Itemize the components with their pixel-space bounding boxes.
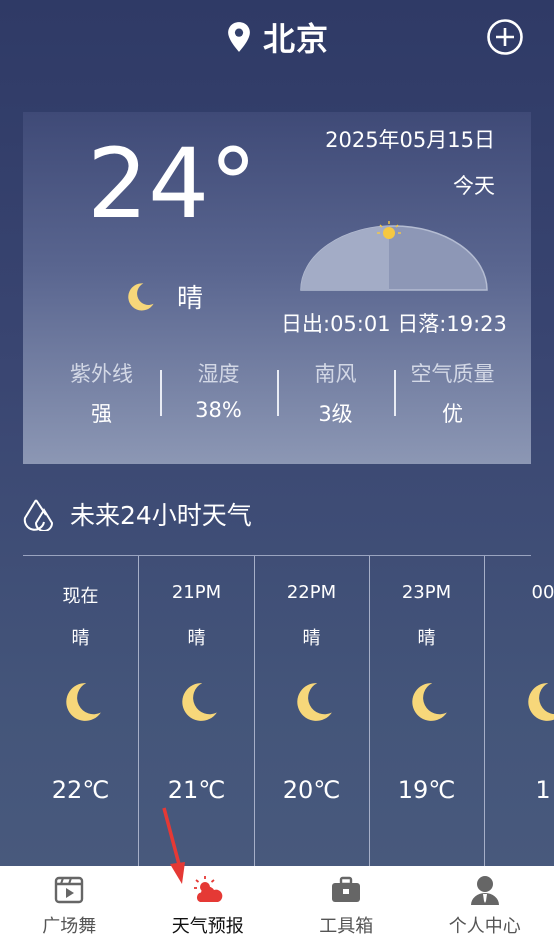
stat-label: 紫外线 [70,362,133,386]
hour-condition: 晴 [71,628,90,649]
current-temperature: 24° [87,128,258,240]
water-drops-icon [23,499,54,531]
stat-value: 优 [442,402,463,426]
date-text: 2025年05月15日 [325,128,495,152]
weather-icon [193,876,223,902]
person-icon [470,876,499,905]
city-selector[interactable]: 北京 [0,14,554,60]
forecast-title-text: 未来24小时天气 [70,501,252,530]
city-name: 北京 [262,20,329,58]
location-pin-icon [228,22,250,52]
sun-path-icon [300,221,488,291]
stat-wind: 南风 3级 [277,358,394,428]
stat-air-quality: 空气质量 优 [394,358,511,428]
stat-uv: 紫外线 强 [43,358,160,428]
hour-temp: 19℃ [397,776,456,804]
nav-label: 工具箱 [319,916,374,937]
nav-label: 天气预报 [171,916,244,937]
stat-value: 强 [91,402,112,426]
nav-label: 个人中心 [448,916,521,937]
app-header: 北京 [0,0,554,76]
moon-icon [128,282,154,311]
hour-temp: 21℃ [167,776,226,804]
video-icon [55,876,84,904]
stat-humidity: 湿度 38% [160,358,277,428]
condition-text: 晴 [177,284,204,314]
add-city-icon[interactable] [486,18,524,56]
moon-icon [528,683,554,721]
hour-temp: 20℃ [282,776,341,804]
moon-icon [66,683,101,721]
moon-icon [182,683,217,721]
hour-condition: 晴 [302,628,321,649]
hour-condition: 晴 [417,628,436,649]
hour-temp: 1 [535,776,551,804]
toolbox-icon [332,876,361,902]
hour-card: 00 1 [485,556,554,866]
annotation-arrow [162,807,185,884]
moon-icon [297,683,332,721]
stat-value: 3级 [318,402,353,426]
weather-stats: 紫外线 强 湿度 38% 南风 3级 空气质量 优 [43,358,511,428]
hourly-forecast[interactable]: 现在 晴 22℃ 21PM 晴 21℃ 22PM 晴 20℃ 23PM 晴 19… [23,556,554,866]
hour-time: 00 [531,582,554,603]
stat-label: 空气质量 [410,362,495,386]
hour-temp: 22℃ [51,776,110,804]
stat-label: 湿度 [197,362,240,386]
stat-label: 南风 [314,362,357,386]
bottom-nav: 广场舞 天气预报 工具箱 个人中心 [0,866,554,943]
hour-card: 现在 晴 22℃ [23,556,139,866]
current-condition: 晴 [123,278,203,315]
hour-time: 22PM [286,582,337,603]
hour-card: 21PM 晴 21℃ [139,556,255,866]
moon-icon [412,683,447,721]
forecast-title: 未来24小时天气 [22,496,252,532]
hour-time: 23PM [401,582,452,603]
current-weather-card: 24° 晴 2025年05月15日 今天 日出:05:01 日落:19:23 紫… [23,112,531,464]
nav-item-toolbox[interactable]: 工具箱 [277,866,416,943]
nav-item-profile[interactable]: 个人中心 [416,866,554,943]
sunrise-sunset: 日出:05:01 日落:19:23 [281,312,507,336]
hour-condition: 晴 [187,628,206,649]
nav-item-square-dance[interactable]: 广场舞 [0,866,139,943]
stat-value: 38% [195,398,242,422]
hour-time: 21PM [171,582,222,603]
day-label: 今天 [453,174,495,198]
hour-card: 22PM 晴 20℃ [254,556,370,866]
hour-card: 23PM 晴 19℃ [369,556,485,866]
hour-time: 现在 [62,586,99,607]
nav-label: 广场舞 [42,916,97,937]
